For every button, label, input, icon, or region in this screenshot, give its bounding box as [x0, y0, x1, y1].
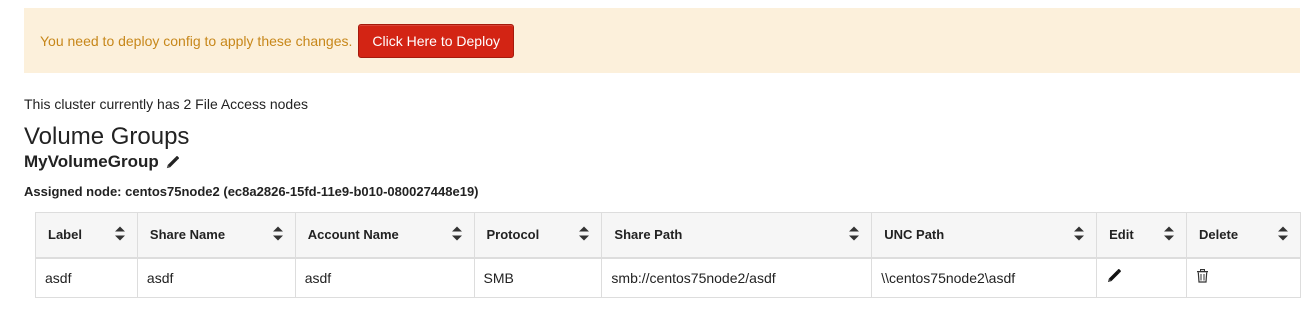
cell-share-name: asdf — [136, 257, 296, 298]
column-header-share-name[interactable]: Share Name — [136, 212, 296, 259]
pencil-icon[interactable] — [1106, 268, 1122, 284]
sort-icon[interactable] — [451, 226, 462, 243]
sort-icon[interactable] — [849, 226, 860, 243]
cell-edit — [1096, 257, 1188, 298]
trash-icon[interactable] — [1196, 269, 1209, 283]
column-header-label-text: Label — [48, 227, 82, 243]
cell-delete — [1186, 257, 1301, 298]
sort-icon[interactable] — [1278, 226, 1288, 243]
volume-group-header: MyVolumeGroup — [24, 152, 180, 172]
sort-icon[interactable] — [272, 226, 283, 243]
column-header-share-path[interactable]: Share Path — [601, 212, 873, 259]
cell-label: asdf — [35, 257, 138, 298]
column-header-delete-text: Delete — [1199, 227, 1239, 243]
cell-account-name: asdf — [294, 257, 475, 298]
deploy-alert-message: You need to deploy config to apply these… — [40, 32, 353, 49]
node-count-text: This cluster currently has 2 File Access… — [24, 96, 309, 112]
cell-unc-path: \\centos75node2\asdf — [871, 257, 1098, 298]
page-title: Volume Groups — [24, 123, 190, 150]
column-header-account-name[interactable]: Account Name — [294, 212, 475, 259]
cell-protocol: SMB — [473, 257, 603, 298]
column-header-edit-text: Edit — [1109, 227, 1134, 243]
column-header-unc-path[interactable]: UNC Path — [871, 212, 1098, 259]
assigned-node: Assigned node: centos75node2 (ec8a2826-1… — [24, 184, 479, 199]
volumes-table: Label Share Name Account Name Protocol S… — [35, 212, 1301, 298]
column-header-share-name-text: Share Name — [149, 227, 226, 243]
deploy-button[interactable]: Click Here to Deploy — [358, 23, 514, 58]
column-header-delete[interactable]: Delete — [1186, 212, 1301, 259]
pencil-icon[interactable] — [165, 155, 180, 170]
column-header-label[interactable]: Label — [35, 212, 138, 259]
table-header-row: Label Share Name Account Name Protocol S… — [35, 212, 1301, 259]
column-header-unc-path-text: UNC Path — [884, 227, 945, 243]
deploy-alert: You need to deploy config to apply these… — [24, 8, 1300, 73]
sort-icon[interactable] — [1164, 226, 1175, 243]
sort-icon[interactable] — [579, 226, 590, 243]
sort-icon[interactable] — [114, 226, 125, 243]
table-row: asdf asdf asdf SMB smb://centos75node2/a… — [35, 257, 1301, 298]
column-header-account-name-text: Account Name — [307, 227, 399, 243]
sort-icon[interactable] — [1074, 226, 1085, 243]
column-header-edit[interactable]: Edit — [1096, 212, 1188, 259]
cell-share-path: smb://centos75node2/asdf — [601, 257, 873, 298]
column-header-protocol[interactable]: Protocol — [473, 212, 603, 259]
column-header-share-path-text: Share Path — [614, 227, 683, 243]
column-header-protocol-text: Protocol — [486, 227, 540, 243]
volume-group-name: MyVolumeGroup — [24, 152, 159, 171]
